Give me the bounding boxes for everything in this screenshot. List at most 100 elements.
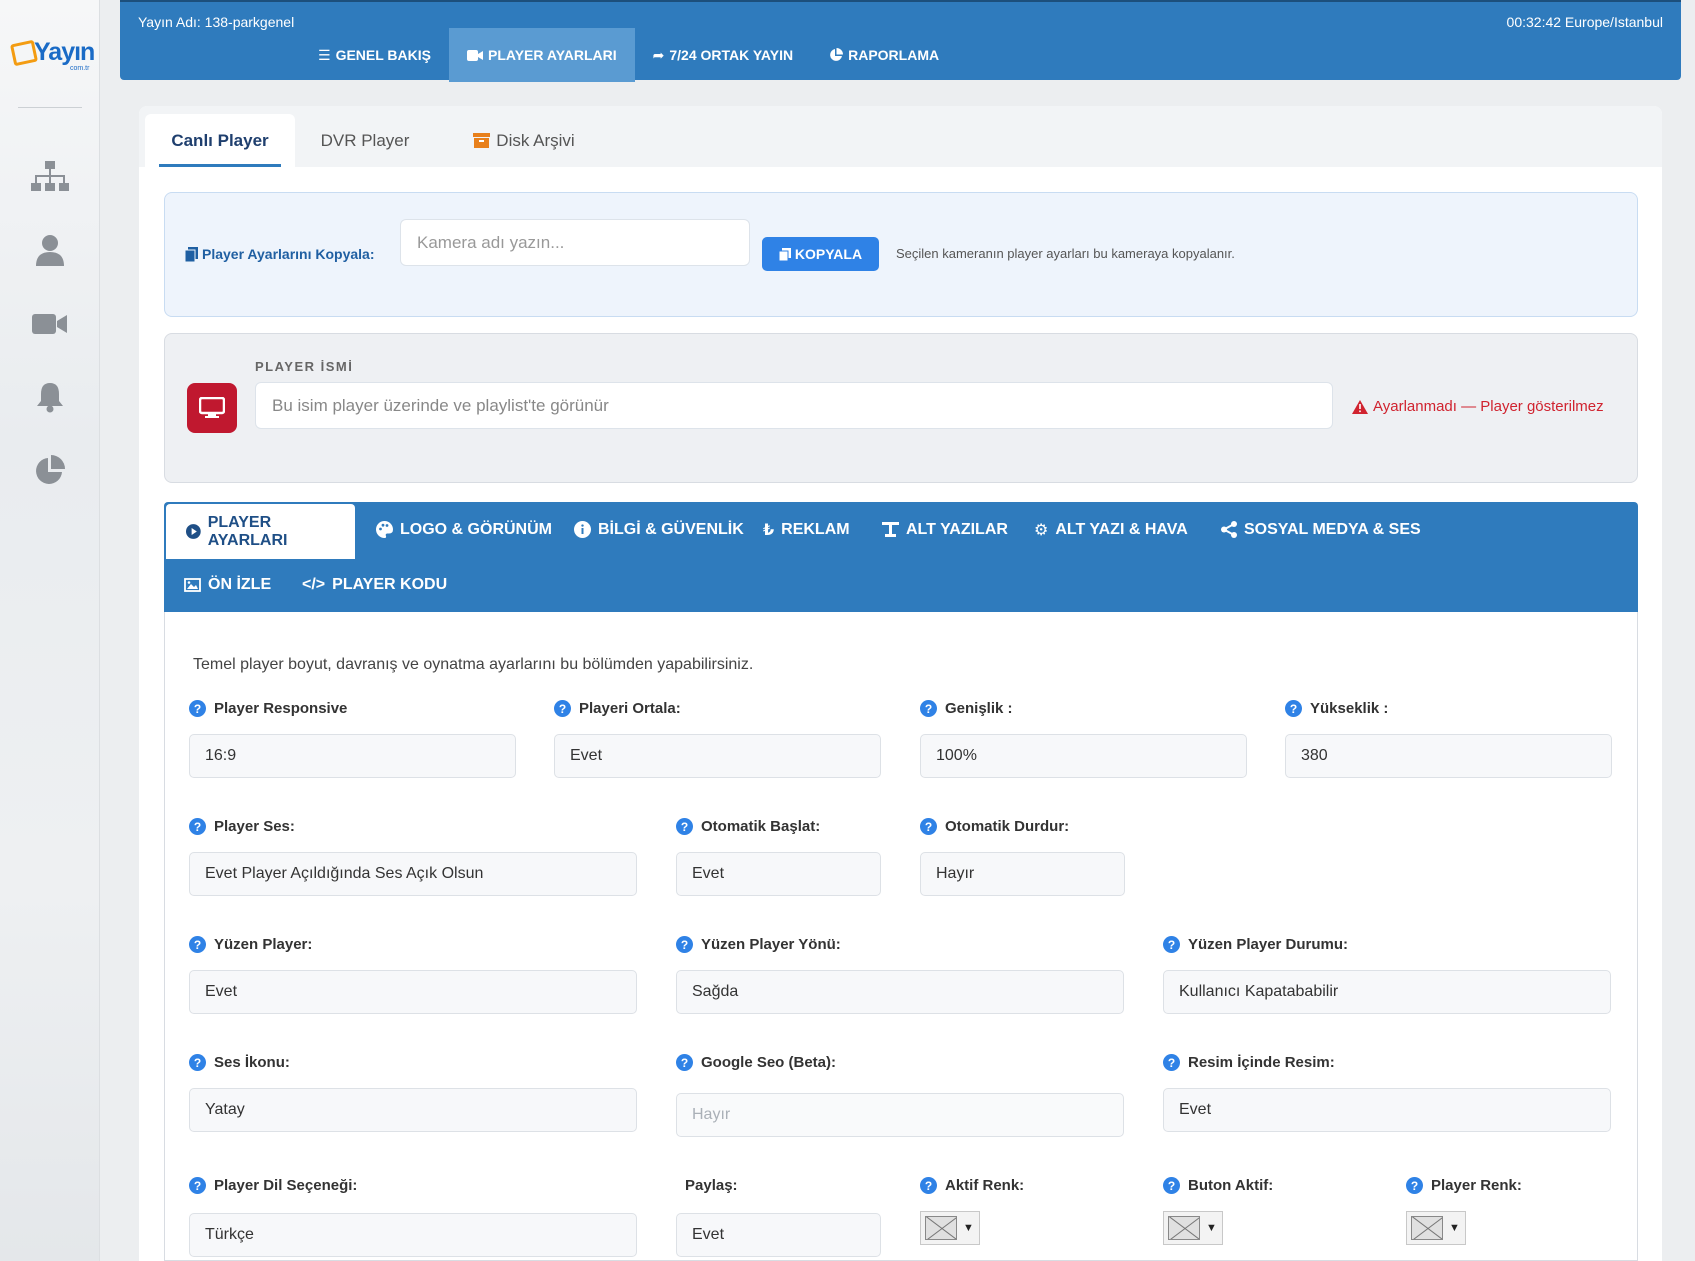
help-icon[interactable]: ? — [189, 1177, 206, 1194]
brand-sub: com.tr — [70, 65, 90, 72]
help-icon[interactable]: ? — [1285, 700, 1302, 717]
width-input[interactable]: 100% — [920, 734, 1247, 778]
tab-player-code[interactable]: </> PLAYER KODU — [282, 557, 467, 612]
monitor-icon — [187, 383, 237, 433]
field-label: Player Renk: — [1431, 1177, 1522, 1194]
pie-chart-icon[interactable] — [30, 453, 70, 487]
language-select[interactable]: Türkçe — [189, 1213, 637, 1257]
player-color-picker[interactable]: ▼ — [1406, 1211, 1466, 1245]
video-camera-icon — [467, 49, 483, 61]
help-icon[interactable]: ? — [1406, 1177, 1423, 1194]
copy-note: Seçilen kameranın player ayarları bu kam… — [896, 246, 1235, 261]
player-name-label: PLAYER İSMİ — [255, 359, 354, 374]
pie-chart-icon — [830, 48, 844, 61]
nav-shared-broadcast[interactable]: ➦ 7/24 ORTAK YAYIN — [635, 28, 811, 82]
tab-social-sound[interactable]: SOSYAL MEDYA & SES — [1201, 502, 1441, 557]
video-camera-icon[interactable] — [30, 307, 70, 341]
clock: 00:32:42 Europe/Istanbul — [1506, 14, 1663, 30]
tab-disk-archive[interactable]: Disk Arşivi — [439, 114, 609, 167]
help-icon[interactable]: ? — [554, 700, 571, 717]
sidebar-divider — [18, 107, 82, 108]
player-name-input[interactable] — [255, 382, 1333, 429]
responsive-select[interactable]: 16:9 — [189, 734, 516, 778]
google-seo-select[interactable]: Hayır — [676, 1093, 1124, 1137]
copy-icon — [778, 247, 791, 261]
help-icon[interactable]: ? — [1163, 1177, 1180, 1194]
height-input[interactable]: 380 — [1285, 734, 1612, 778]
tab-dvr-player[interactable]: DVR Player — [295, 114, 435, 167]
camera-search-input[interactable] — [400, 219, 750, 266]
field-label: Yüzen Player Yönü: — [701, 936, 841, 953]
floating-select[interactable]: Evet — [189, 970, 637, 1014]
tab-player-settings[interactable]: PLAYER AYARLARI — [166, 504, 355, 559]
tab-label: ALT YAZILAR — [906, 520, 1008, 538]
main-nav: ☰ GENEL BAKIŞ PLAYER AYARLARI ➦ 7/24 ORT… — [300, 28, 957, 82]
field-label: Aktif Renk: — [945, 1177, 1025, 1194]
brand-logo[interactable]: Yayın com.tr — [8, 36, 95, 72]
tab-label: BİLGİ & GÜVENLİK — [598, 520, 744, 538]
pip-select[interactable]: Evet — [1163, 1088, 1611, 1132]
help-icon[interactable]: ? — [920, 1177, 937, 1194]
nav-label: PLAYER AYARLARI — [488, 47, 617, 63]
field-label: Genişlik : — [945, 700, 1013, 717]
tab-live-player[interactable]: Canlı Player — [145, 114, 295, 167]
help-icon[interactable]: ? — [920, 700, 937, 717]
tab-label: ALT YAZI & HAVA — [1055, 520, 1188, 538]
field-label: Playeri Ortala: — [579, 700, 681, 717]
player-settings-panel: Temel player boyut, davranış ve oynatma … — [164, 612, 1638, 1261]
nav-overview[interactable]: ☰ GENEL BAKIŞ — [300, 28, 449, 82]
tab-info-security[interactable]: BİLGİ & GÜVENLİK — [554, 502, 764, 557]
user-icon[interactable] — [30, 233, 70, 267]
help-icon[interactable]: ? — [676, 1054, 693, 1071]
nav-label: RAPORLAMA — [848, 47, 940, 63]
help-icon[interactable]: ? — [1163, 936, 1180, 953]
panel-intro: Temel player boyut, davranış ve oynatma … — [193, 656, 754, 673]
help-icon[interactable]: ? — [189, 1054, 206, 1071]
tab-advertising[interactable]: ₺ REKLAM — [743, 502, 870, 557]
nav-label: GENEL BAKIŞ — [335, 47, 431, 63]
floating-state-select[interactable]: Kullanıcı Kapatababilir — [1163, 970, 1611, 1014]
field-label: Buton Aktif: — [1188, 1177, 1274, 1194]
sound-icon-select[interactable]: Yatay — [189, 1088, 637, 1132]
help-icon[interactable]: ? — [1163, 1054, 1180, 1071]
help-icon[interactable]: ? — [189, 936, 206, 953]
autostart-select[interactable]: Evet — [676, 852, 881, 896]
nav-reporting[interactable]: RAPORLAMA — [811, 28, 957, 82]
bell-icon[interactable] — [30, 380, 70, 414]
field-label: Google Seo (Beta): — [701, 1054, 837, 1071]
help-icon[interactable]: ? — [920, 818, 937, 835]
share-select[interactable]: Evet — [676, 1213, 881, 1257]
tab-label: REKLAM — [781, 520, 850, 538]
nav-player-settings[interactable]: PLAYER AYARLARI — [449, 28, 635, 82]
tab-logo-appearance[interactable]: LOGO & GÖRÜNÜM — [356, 502, 572, 557]
field-label: Paylaş: — [685, 1177, 738, 1194]
info-icon — [574, 521, 591, 538]
center-select[interactable]: Evet — [554, 734, 881, 778]
help-icon[interactable]: ? — [676, 818, 693, 835]
field-label: Player Ses: — [214, 818, 295, 835]
tab-subtitle-weather[interactable]: ⚙ ALT YAZI & HAVA — [1014, 502, 1208, 557]
active-color-picker[interactable]: ▼ — [920, 1211, 980, 1245]
tab-label: Disk Arşivi — [496, 130, 575, 150]
autostop-select[interactable]: Hayır — [920, 852, 1125, 896]
help-icon[interactable]: ? — [189, 818, 206, 835]
sitemap-icon[interactable] — [30, 160, 70, 194]
sidebar: Yayın com.tr — [0, 0, 100, 1261]
copy-button[interactable]: KOPYALA — [762, 237, 879, 271]
image-icon — [184, 577, 201, 592]
field-label: Resim İçinde Resim: — [1188, 1054, 1335, 1071]
tab-preview[interactable]: ÖN İZLE — [164, 557, 291, 612]
main-card: Canlı Player DVR Player Disk Arşivi Play… — [139, 106, 1662, 1261]
active-tab-underline — [159, 164, 281, 167]
help-icon[interactable]: ? — [189, 700, 206, 717]
tab-label: PLAYER AYARLARI — [207, 513, 288, 549]
share-nodes-icon — [1221, 521, 1237, 538]
help-icon[interactable]: ? — [676, 936, 693, 953]
button-active-color-picker[interactable]: ▼ — [1163, 1211, 1223, 1245]
floating-direction-select[interactable]: Sağda — [676, 970, 1124, 1014]
field-label: Otomatik Durdur: — [945, 818, 1070, 835]
field-label: Yüzen Player: — [214, 936, 313, 953]
tab-subtitles[interactable]: ALT YAZILAR — [862, 502, 1028, 557]
color-swatch — [1168, 1216, 1200, 1240]
sound-select[interactable]: Evet Player Açıldığında Ses Açık Olsun — [189, 852, 637, 896]
